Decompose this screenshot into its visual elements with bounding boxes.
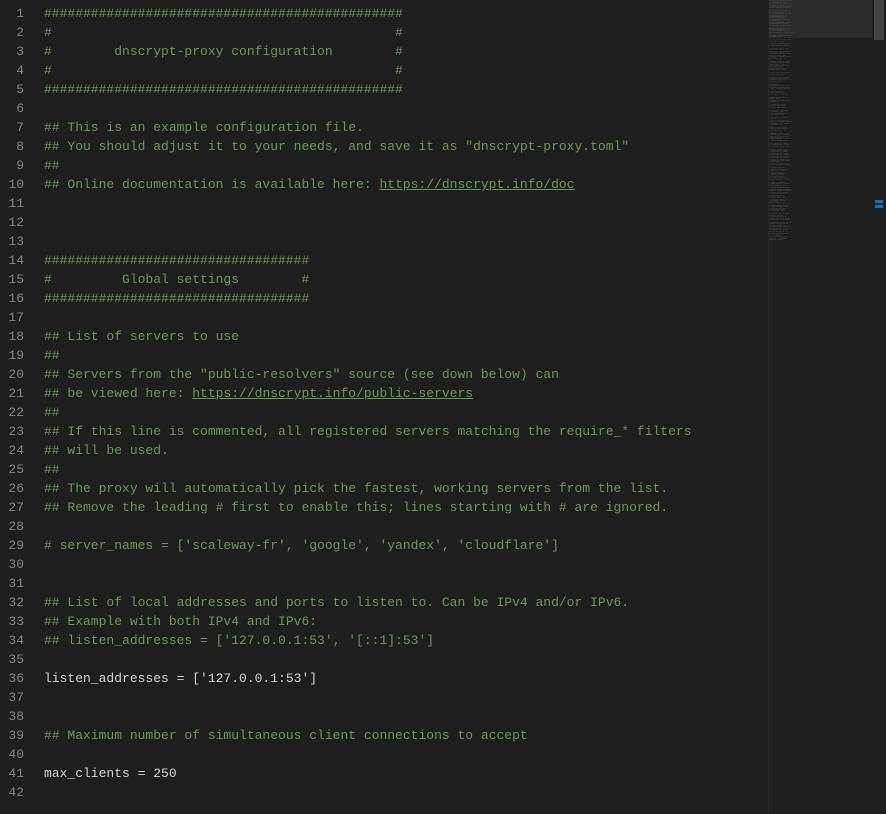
line-number: 38	[0, 707, 24, 726]
line-number: 14	[0, 251, 24, 270]
line-number: 2	[0, 23, 24, 42]
line-number: 15	[0, 270, 24, 289]
line-number: 39	[0, 726, 24, 745]
line-number: 17	[0, 308, 24, 327]
line-number: 3	[0, 42, 24, 61]
line-number: 26	[0, 479, 24, 498]
line-number: 19	[0, 346, 24, 365]
line-number: 30	[0, 555, 24, 574]
code-line[interactable]: ##	[44, 346, 768, 365]
line-number: 11	[0, 194, 24, 213]
line-number: 12	[0, 213, 24, 232]
line-number: 28	[0, 517, 24, 536]
scrollbar-thumb[interactable]	[874, 0, 884, 40]
code-line[interactable]: ##################################	[44, 289, 768, 308]
code-content[interactable]: ########################################…	[44, 0, 768, 814]
code-line[interactable]	[44, 707, 768, 726]
line-number: 42	[0, 783, 24, 802]
code-line[interactable]: ## be viewed here: https://dnscrypt.info…	[44, 384, 768, 403]
url-link[interactable]: https://dnscrypt.info/doc	[379, 177, 574, 192]
code-line[interactable]: ## Maximum number of simultaneous client…	[44, 726, 768, 745]
code-line[interactable]: ##################################	[44, 251, 768, 270]
code-line[interactable]: ## Online documentation is available her…	[44, 175, 768, 194]
line-number: 41	[0, 764, 24, 783]
code-line[interactable]: ## The proxy will automatically pick the…	[44, 479, 768, 498]
line-number: 8	[0, 137, 24, 156]
editor-pane: 1234567891011121314151617181920212223242…	[0, 0, 768, 814]
line-number: 32	[0, 593, 24, 612]
line-number: 25	[0, 460, 24, 479]
line-number: 34	[0, 631, 24, 650]
line-number: 13	[0, 232, 24, 251]
line-number: 6	[0, 99, 24, 118]
line-number: 18	[0, 327, 24, 346]
code-line[interactable]	[44, 574, 768, 593]
line-number: 9	[0, 156, 24, 175]
code-line[interactable]	[44, 517, 768, 536]
url-link[interactable]: https://dnscrypt.info/public-servers	[192, 386, 473, 401]
code-line[interactable]	[44, 555, 768, 574]
code-line[interactable]: # dnscrypt-proxy configuration #	[44, 42, 768, 61]
code-line[interactable]: ########################################…	[44, 80, 768, 99]
line-number: 10	[0, 175, 24, 194]
code-line[interactable]	[44, 308, 768, 327]
scrollbar-marker	[875, 205, 883, 208]
line-number: 20	[0, 365, 24, 384]
code-line[interactable]: ##	[44, 156, 768, 175]
line-number: 22	[0, 403, 24, 422]
scrollbar-marker	[875, 200, 883, 203]
code-line[interactable]: ## will be used.	[44, 441, 768, 460]
code-line[interactable]: # Global settings #	[44, 270, 768, 289]
code-line[interactable]	[44, 232, 768, 251]
line-number: 37	[0, 688, 24, 707]
line-number: 29	[0, 536, 24, 555]
line-number: 27	[0, 498, 24, 517]
line-number: 21	[0, 384, 24, 403]
code-line[interactable]	[44, 745, 768, 764]
code-line[interactable]: ##	[44, 403, 768, 422]
code-line[interactable]: ## Servers from the "public-resolvers" s…	[44, 365, 768, 384]
line-number-gutter: 1234567891011121314151617181920212223242…	[0, 0, 44, 814]
code-line[interactable]	[44, 650, 768, 669]
code-line[interactable]: listen_addresses = ['127.0.0.1:53']	[44, 669, 768, 688]
code-line[interactable]: # #	[44, 23, 768, 42]
code-line[interactable]: ## If this line is commented, all regist…	[44, 422, 768, 441]
code-line[interactable]: ########################################…	[44, 4, 768, 23]
minimap-content: ################################ # dnscr…	[769, 0, 872, 240]
line-number: 7	[0, 118, 24, 137]
code-line[interactable]: ## Example with both IPv4 and IPv6:	[44, 612, 768, 631]
line-number: 4	[0, 61, 24, 80]
code-line[interactable]	[44, 213, 768, 232]
minimap[interactable]: ################################ # dnscr…	[768, 0, 872, 814]
line-number: 5	[0, 80, 24, 99]
code-line[interactable]: ##	[44, 460, 768, 479]
code-line[interactable]: ## listen_addresses = ['127.0.0.1:53', '…	[44, 631, 768, 650]
code-line[interactable]: ## List of servers to use	[44, 327, 768, 346]
line-number: 33	[0, 612, 24, 631]
code-line[interactable]: # #	[44, 61, 768, 80]
line-number: 24	[0, 441, 24, 460]
line-number: 36	[0, 669, 24, 688]
code-line[interactable]: ## This is an example configuration file…	[44, 118, 768, 137]
vertical-scrollbar[interactable]	[872, 0, 886, 814]
code-line[interactable]: ## You should adjust it to your needs, a…	[44, 137, 768, 156]
line-number: 35	[0, 650, 24, 669]
line-number: 31	[0, 574, 24, 593]
code-line[interactable]: max_clients = 250	[44, 764, 768, 783]
line-number: 40	[0, 745, 24, 764]
line-number: 1	[0, 4, 24, 23]
code-line[interactable]: ## List of local addresses and ports to …	[44, 593, 768, 612]
line-number: 23	[0, 422, 24, 441]
code-line[interactable]	[44, 99, 768, 118]
line-number: 16	[0, 289, 24, 308]
code-line[interactable]: ## Remove the leading # first to enable …	[44, 498, 768, 517]
code-line[interactable]	[44, 783, 768, 802]
code-line[interactable]	[44, 688, 768, 707]
code-line[interactable]	[44, 194, 768, 213]
code-line[interactable]: # server_names = ['scaleway-fr', 'google…	[44, 536, 768, 555]
